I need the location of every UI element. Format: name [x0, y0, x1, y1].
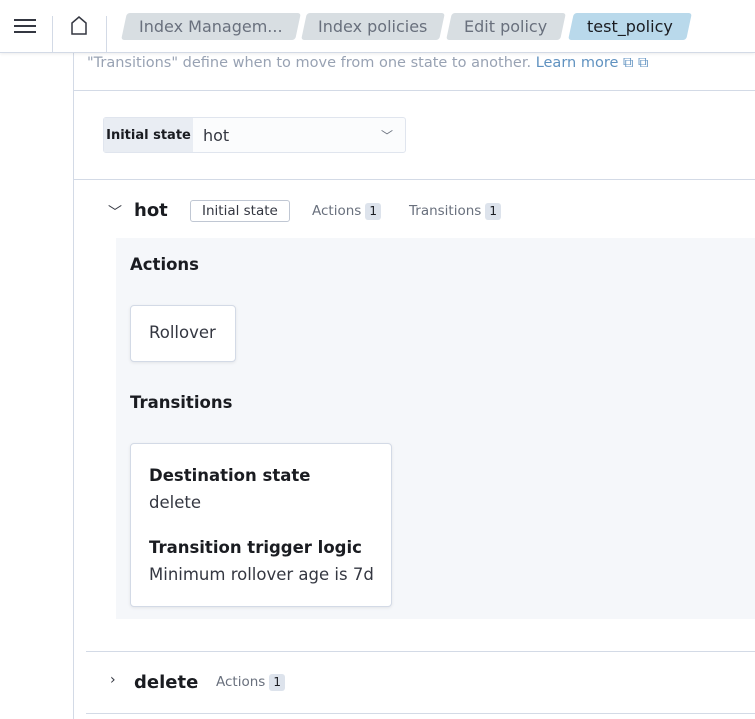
transitions-count: Transitions 1 — [409, 203, 501, 220]
breadcrumb-label: Index Managem... — [139, 17, 283, 36]
breadcrumb-edit-policy[interactable]: Edit policy — [446, 13, 566, 40]
actions-count: Actions 1 — [312, 203, 381, 220]
transitions-heading: Transitions — [130, 393, 233, 412]
initial-state-value: hot — [203, 126, 230, 145]
state-details-panel: Actions Rollover Transitions Destination… — [116, 238, 755, 619]
header: Index Managem... Index policies Edit pol… — [0, 0, 755, 53]
breadcrumb-label: Edit policy — [464, 17, 548, 36]
divider — [74, 90, 755, 91]
chevron-down-icon: ﹀ — [380, 129, 393, 143]
learn-more-label: Learn more — [535, 55, 619, 71]
transition-card: Destination state delete Transition trig… — [130, 443, 392, 607]
divider — [86, 713, 755, 714]
initial-state-select[interactable]: Initial state hot ﹀ — [103, 117, 406, 153]
home-icon[interactable] — [68, 14, 90, 38]
divider — [52, 16, 53, 52]
action-card: Rollover — [130, 305, 236, 362]
count-badge: 1 — [485, 203, 501, 220]
breadcrumb-label: Index policies — [318, 17, 428, 36]
external-link-icon: ⧉ ⧉ — [623, 55, 649, 71]
state-name[interactable]: hot — [134, 200, 168, 221]
initial-state-badge: Initial state — [190, 200, 290, 222]
count-badge: 1 — [269, 674, 285, 691]
divider — [74, 179, 755, 180]
actions-count: Actions 1 — [216, 674, 285, 691]
trigger-value: Minimum rollover age is 7d — [149, 565, 374, 584]
destination-value: delete — [149, 493, 201, 512]
trigger-label: Transition trigger logic — [149, 538, 362, 557]
destination-label: Destination state — [149, 466, 311, 485]
menu-icon[interactable] — [14, 16, 36, 36]
description-text: "Transitions" define when to move from o… — [87, 55, 532, 71]
breadcrumb-index-policies[interactable]: Index policies — [301, 13, 445, 40]
chevron-down-icon[interactable]: ﹀ — [108, 202, 122, 222]
actions-heading: Actions — [130, 255, 199, 274]
breadcrumb-index-management[interactable]: Index Managem... — [121, 13, 301, 40]
transitions-label: Transitions — [409, 203, 482, 219]
divider — [106, 16, 107, 52]
chevron-right-icon[interactable]: › — [110, 672, 116, 688]
transitions-description: "Transitions" define when to move from o… — [87, 55, 648, 71]
action-name: Rollover — [149, 323, 216, 342]
sidebar — [0, 53, 74, 719]
initial-state-label: Initial state — [104, 118, 193, 152]
state-name[interactable]: delete — [134, 672, 198, 693]
learn-more-link[interactable]: Learn more ⧉ ⧉ — [536, 55, 649, 71]
actions-label: Actions — [312, 203, 362, 219]
actions-label: Actions — [216, 674, 266, 690]
breadcrumb-current: test_policy — [568, 13, 692, 40]
divider — [86, 651, 755, 652]
count-badge: 1 — [365, 203, 381, 220]
breadcrumb-label: test_policy — [587, 17, 673, 36]
